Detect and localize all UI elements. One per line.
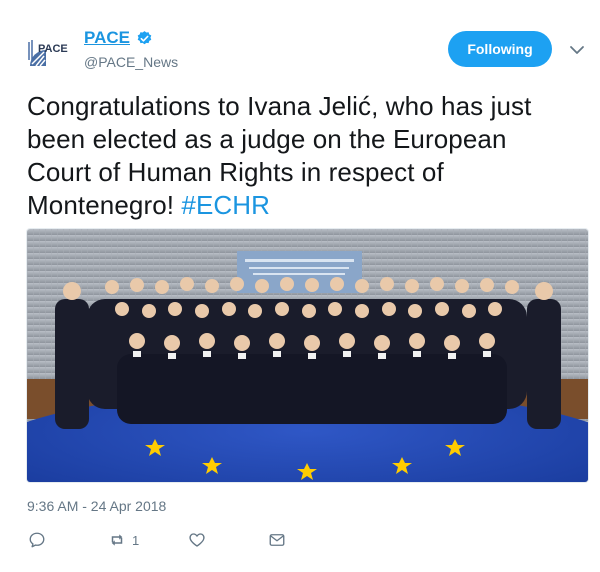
- tweet-photo[interactable]: [26, 228, 589, 483]
- like-button[interactable]: [188, 530, 206, 550]
- reply-icon: [29, 532, 45, 548]
- hashtag-link[interactable]: #ECHR: [181, 190, 270, 220]
- reply-button[interactable]: [28, 530, 46, 550]
- retweet-count: 1: [132, 532, 140, 548]
- handle[interactable]: @PACE_News: [84, 54, 178, 70]
- following-button[interactable]: Following: [448, 31, 552, 67]
- avatar-text: PACE: [38, 43, 68, 55]
- tweet-actions: 1: [0, 530, 600, 552]
- tweet-timestamp[interactable]: 9:36 AM - 24 Apr 2018: [27, 498, 166, 514]
- chevron-down-icon[interactable]: [567, 40, 587, 60]
- tweet-body: Congratulations to Ivana Jelić, who has …: [27, 91, 532, 220]
- pace-logo-icon: PACE: [24, 30, 74, 80]
- verified-badge-icon: [137, 30, 152, 44]
- retweet-button[interactable]: 1: [108, 530, 139, 550]
- envelope-icon: [269, 534, 285, 546]
- display-name[interactable]: PACE: [84, 28, 130, 48]
- group-photo-icon: [27, 229, 588, 482]
- avatar[interactable]: PACE: [24, 30, 74, 80]
- name-row: PACE: [84, 28, 153, 48]
- heart-icon: [189, 533, 205, 547]
- tweet-text: Congratulations to Ivana Jelić, who has …: [27, 90, 572, 222]
- retweet-icon: [111, 534, 123, 546]
- direct-message-button[interactable]: [268, 530, 286, 550]
